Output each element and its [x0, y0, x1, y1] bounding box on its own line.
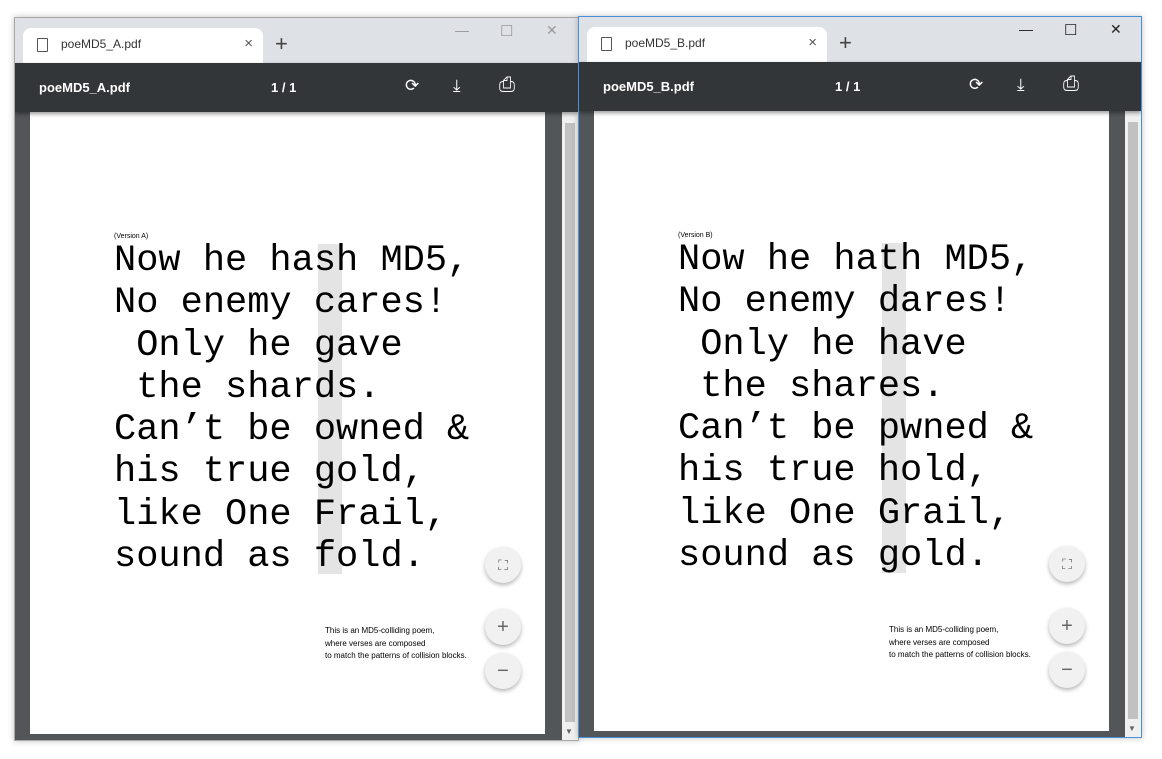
poem-line: the shards.	[114, 366, 381, 409]
minimize-button[interactable]: —	[1019, 21, 1033, 37]
close-window-button[interactable]: ✕	[1110, 21, 1122, 38]
page-indicator: 1 / 1	[271, 80, 297, 95]
note-line: This is an MD5-colliding poem,	[325, 626, 435, 635]
note-line: This is an MD5-colliding poem,	[889, 625, 999, 634]
document-viewport: (Version B) Now he hath MD5, No enemy dare…	[579, 111, 1125, 737]
toolbar-filename: poeMD5_A.pdf	[39, 80, 130, 95]
tab-b[interactable]: poeMD5_B.pdf ×	[587, 27, 827, 62]
fit-to-page-button[interactable]: ⛶	[485, 547, 521, 583]
tab-close-icon[interactable]: ×	[808, 34, 817, 51]
tab-title: poeMD5_A.pdf	[61, 37, 142, 51]
new-tab-button[interactable]: +	[839, 30, 852, 56]
scroll-down-arrow[interactable]: ▼	[1128, 724, 1136, 733]
note-line: to match the patterns of collision block…	[889, 650, 1031, 659]
poem-line: Can’t be pwned &	[678, 408, 1034, 451]
scrollbar-thumb[interactable]	[565, 123, 575, 722]
zoom-out-button[interactable]: −	[1049, 652, 1085, 688]
print-icon[interactable]: ⎙	[499, 74, 515, 97]
zoom-in-button[interactable]: +	[1049, 608, 1085, 644]
tab-a[interactable]: poeMD5_A.pdf ×	[23, 28, 263, 63]
pdf-toolbar: poeMD5_A.pdf 1 / 1 ⟳ ⤓ ⎙	[15, 63, 578, 112]
document-viewport: (Version A) Now he hash MD5, No enemy care…	[15, 112, 562, 740]
page-indicator: 1 / 1	[835, 79, 861, 94]
poem-line: Only he have	[678, 323, 967, 366]
poem-line: his true gold,	[114, 451, 425, 494]
pdf-toolbar: poeMD5_B.pdf 1 / 1 ⟳ ⤓ ⎙	[579, 62, 1141, 111]
scrollbar-thumb[interactable]	[1128, 122, 1138, 719]
download-icon[interactable]: ⤓	[1017, 75, 1025, 95]
fit-to-page-button[interactable]: ⛶	[1049, 546, 1085, 582]
vertical-scrollbar[interactable]: ▲▼	[562, 63, 578, 740]
pdf-window-a: poeMD5_A.pdf × + — ☐ ✕ poeMD5_A.pdf 1 / 1 ⟳ ⤓ ⎙ (Ve…	[14, 17, 579, 741]
poem-line: his true hold,	[678, 450, 989, 493]
poem-line: like One Grail,	[678, 492, 1012, 535]
poem-line: No enemy cares!	[114, 282, 448, 325]
zoom-in-button[interactable]: +	[485, 609, 521, 645]
tab-title: poeMD5_B.pdf	[625, 36, 706, 50]
poem-line: sound as fold.	[114, 536, 425, 579]
download-icon[interactable]: ⤓	[453, 76, 461, 96]
maximize-button[interactable]: ☐	[1064, 21, 1077, 39]
rotate-icon[interactable]: ⟳	[405, 76, 419, 96]
poem-line: Only he gave	[114, 324, 403, 367]
poem-text: Now he hash MD5, No enemy cares! Only he …	[114, 240, 469, 578]
tab-close-icon[interactable]: ×	[244, 35, 253, 52]
minimize-button[interactable]: —	[455, 22, 469, 38]
poem-line: Now he hath MD5,	[678, 239, 1034, 281]
poem-line: No enemy dares!	[678, 281, 1012, 324]
print-icon[interactable]: ⎙	[1063, 73, 1079, 96]
vertical-scrollbar[interactable]: ▲▼	[1125, 62, 1141, 737]
scroll-down-arrow[interactable]: ▼	[565, 727, 573, 736]
poem-line: Can’t be owned &	[114, 409, 470, 452]
version-label: (Version B)	[678, 232, 713, 239]
poem-line: the shares.	[678, 365, 945, 408]
note-line: where verses are composed	[325, 638, 426, 648]
new-tab-button[interactable]: +	[275, 31, 288, 57]
poem-text: Now he hath MD5, No enemy dares! Only he …	[678, 239, 1033, 577]
collision-note: This is an MD5-colliding poem, where vers…	[889, 624, 1031, 662]
note-line: where verses are composed	[889, 637, 990, 647]
close-window-button[interactable]: ✕	[546, 22, 558, 39]
pdf-page: (Version A) Now he hash MD5, No enemy care…	[30, 112, 545, 734]
maximize-button[interactable]: ☐	[500, 22, 513, 40]
zoom-out-button[interactable]: −	[485, 653, 521, 689]
poem-line: like One Frail,	[114, 493, 448, 536]
note-line: to match the patterns of collision block…	[325, 651, 467, 660]
poem-line: sound as gold.	[678, 535, 989, 578]
document-icon	[37, 38, 48, 52]
pdf-window-b: poeMD5_B.pdf × + — ☐ ✕ poeMD5_B.pdf 1 / 1 ⟳ ⤓ ⎙ (Ve…	[578, 16, 1142, 738]
pdf-page: (Version B) Now he hath MD5, No enemy dare…	[594, 111, 1109, 731]
rotate-icon[interactable]: ⟳	[969, 75, 983, 95]
toolbar-filename: poeMD5_B.pdf	[603, 79, 694, 94]
poem-line: Now he hash MD5,	[114, 240, 470, 282]
collision-note: This is an MD5-colliding poem, where vers…	[325, 625, 467, 663]
document-icon	[601, 37, 612, 51]
version-label: (Version A)	[114, 233, 149, 240]
